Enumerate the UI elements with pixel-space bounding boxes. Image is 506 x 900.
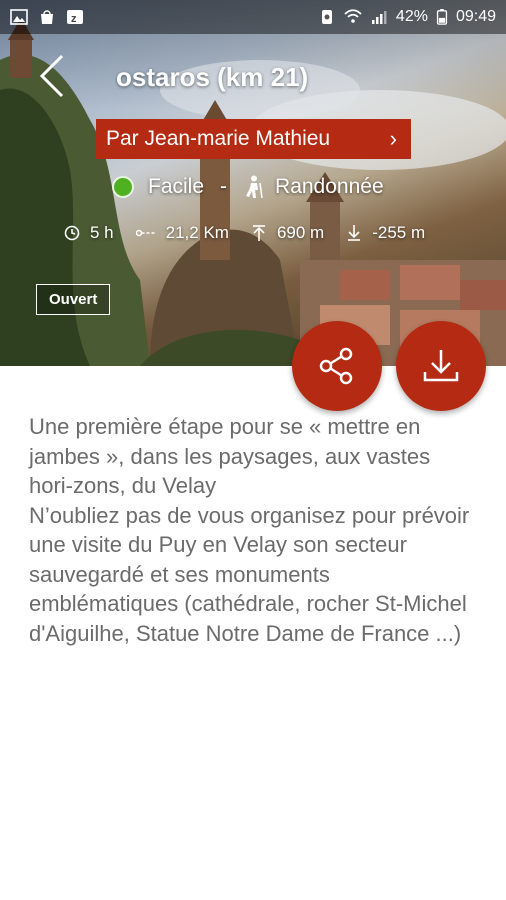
download-icon (423, 350, 459, 382)
difficulty-row: Facile - Randonnée (112, 175, 384, 199)
gallery-notification-icon (10, 9, 28, 25)
separator: - (220, 175, 228, 198)
battery-percentage: 42% (395, 8, 428, 25)
duration-value: 5 h (90, 223, 114, 242)
ascent-stat: 690 m (251, 223, 324, 243)
share-icon (319, 347, 353, 385)
duration-stat: 5 h (64, 223, 114, 243)
back-arrow-icon[interactable] (34, 52, 74, 100)
ascent-value: 690 m (276, 223, 325, 242)
download-button[interactable] (396, 321, 486, 411)
shopping-bag-notification-icon (41, 10, 53, 24)
battery-icon (436, 9, 448, 25)
trail-description: Une première étape pour se « mettre en j… (29, 414, 470, 646)
wifi-icon (344, 9, 362, 23)
data-saver-icon (321, 10, 332, 24)
clock: 09:49 (455, 8, 496, 25)
distance-icon (135, 229, 155, 237)
hiker-icon (246, 175, 263, 199)
status-badge: Ouvert (36, 284, 111, 315)
svg-text:z: z (71, 13, 77, 25)
page-title: ostaros (km 21) (116, 62, 309, 92)
app-notification-icon: z (67, 10, 83, 25)
activity-label: Randonnée (275, 175, 384, 198)
chevron-right-icon: › (389, 126, 397, 151)
difficulty-indicator (112, 176, 134, 198)
author-button[interactable]: Par Jean-marie Mathieu › (96, 119, 411, 159)
ascent-icon (252, 225, 265, 241)
descent-stat: -255 m (346, 223, 425, 243)
distance-value: 21,2 Km (165, 223, 229, 242)
author-label: Par Jean-marie Mathieu (106, 127, 331, 150)
distance-stat: 21,2 Km (135, 223, 229, 243)
clock-icon (64, 225, 80, 241)
stats-row: 5 h 21,2 Km 690 m -255 m (64, 223, 447, 243)
difficulty-label: Facile (148, 175, 205, 198)
share-button[interactable] (292, 321, 382, 411)
descent-icon (348, 225, 361, 241)
status-bar: z 42% 09:49 (0, 0, 506, 34)
descent-value: -255 m (372, 223, 426, 242)
signal-icon (371, 11, 387, 24)
